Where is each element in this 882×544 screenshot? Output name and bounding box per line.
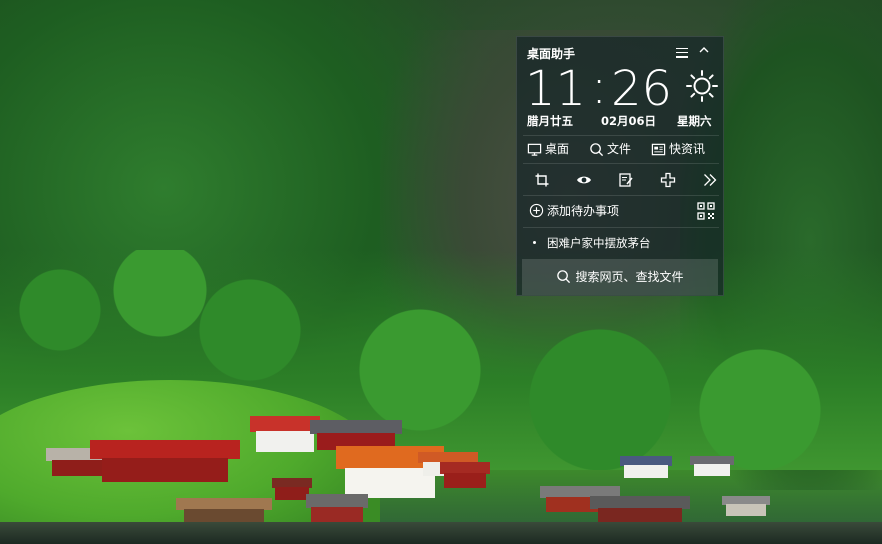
qr-code-icon[interactable] [697,202,715,220]
wallpaper-house [620,456,672,478]
wallpaper-water [0,522,882,544]
search-icon [590,142,604,156]
monitor-icon [527,143,542,156]
bullet-icon [533,241,536,244]
search-box-content: 搜索网页、查找文件 [522,268,718,285]
quick-link-desktop[interactable]: 桌面 [527,139,569,159]
divider [523,227,719,228]
calendar-date: 02月06日 [601,114,657,128]
quick-link-label: 桌面 [545,142,570,156]
tool-bar [523,169,719,191]
screenshot-tool-button[interactable] [531,169,553,191]
crop-icon [535,173,549,187]
search-box[interactable]: 搜索网页、查找文件 [522,259,718,295]
quick-links: 桌面 文件 快资讯 [525,139,717,159]
eye-icon [577,176,591,184]
news-item-title: 困难户家中摆放茅台 [547,236,651,250]
divider [523,135,719,136]
quick-link-label: 文件 [607,142,632,156]
quick-link-files[interactable]: 文件 [589,139,631,159]
divider [523,163,719,164]
desktop-wallpaper [0,0,882,544]
notes-button[interactable] [615,169,637,191]
menu-icon[interactable] [675,45,689,59]
plus-circle-icon [529,203,544,218]
clock-hour: 11 [525,61,587,117]
sun-icon[interactable] [685,69,719,103]
chevron-up-icon [699,47,709,53]
add-todo-button[interactable]: 添加待办事项 [529,202,619,219]
wallpaper-house [690,456,734,476]
todo-row: 添加待办事项 [527,201,715,223]
date-row: 腊月廿五 02月06日 星期六 [525,113,717,129]
edit-icon [619,173,633,187]
eye-care-button[interactable] [573,169,595,191]
divider [523,195,719,196]
news-item[interactable]: 困难户家中摆放茅台 [531,235,717,251]
wallpaper-house [722,496,770,516]
desktop-assistant-widget: 桌面助手 11 : 26 腊月廿五 02月06日 星期六 桌面 文件 快资讯 添… [516,36,724,296]
quick-link-news[interactable]: 快资讯 [651,139,705,159]
wallpaper-house [590,496,690,524]
apps-button[interactable] [657,169,679,191]
weekday: 星期六 [677,114,712,128]
widget-title: 桌面助手 [527,47,576,61]
wallpaper-house [176,498,272,524]
quick-link-label: 快资讯 [669,142,706,156]
search-placeholder: 搜索网页、查找文件 [575,270,684,284]
news-icon [651,143,666,155]
more-tools-button[interactable] [699,169,721,191]
wallpaper-house [440,462,490,488]
clock-colon: : [591,59,608,115]
double-chevron-right-icon [704,174,717,186]
wallpaper-house [306,494,368,524]
add-todo-label: 添加待办事项 [547,204,620,218]
wallpaper-house [90,440,240,482]
puzzle-icon [660,172,676,188]
lunar-date: 腊月廿五 [527,114,573,128]
clock-display: 11 : 26 [523,59,719,117]
clock-minute: 26 [611,61,673,117]
widget-header: 桌面助手 [527,43,715,63]
search-icon [557,270,571,284]
collapse-button[interactable] [697,44,711,58]
